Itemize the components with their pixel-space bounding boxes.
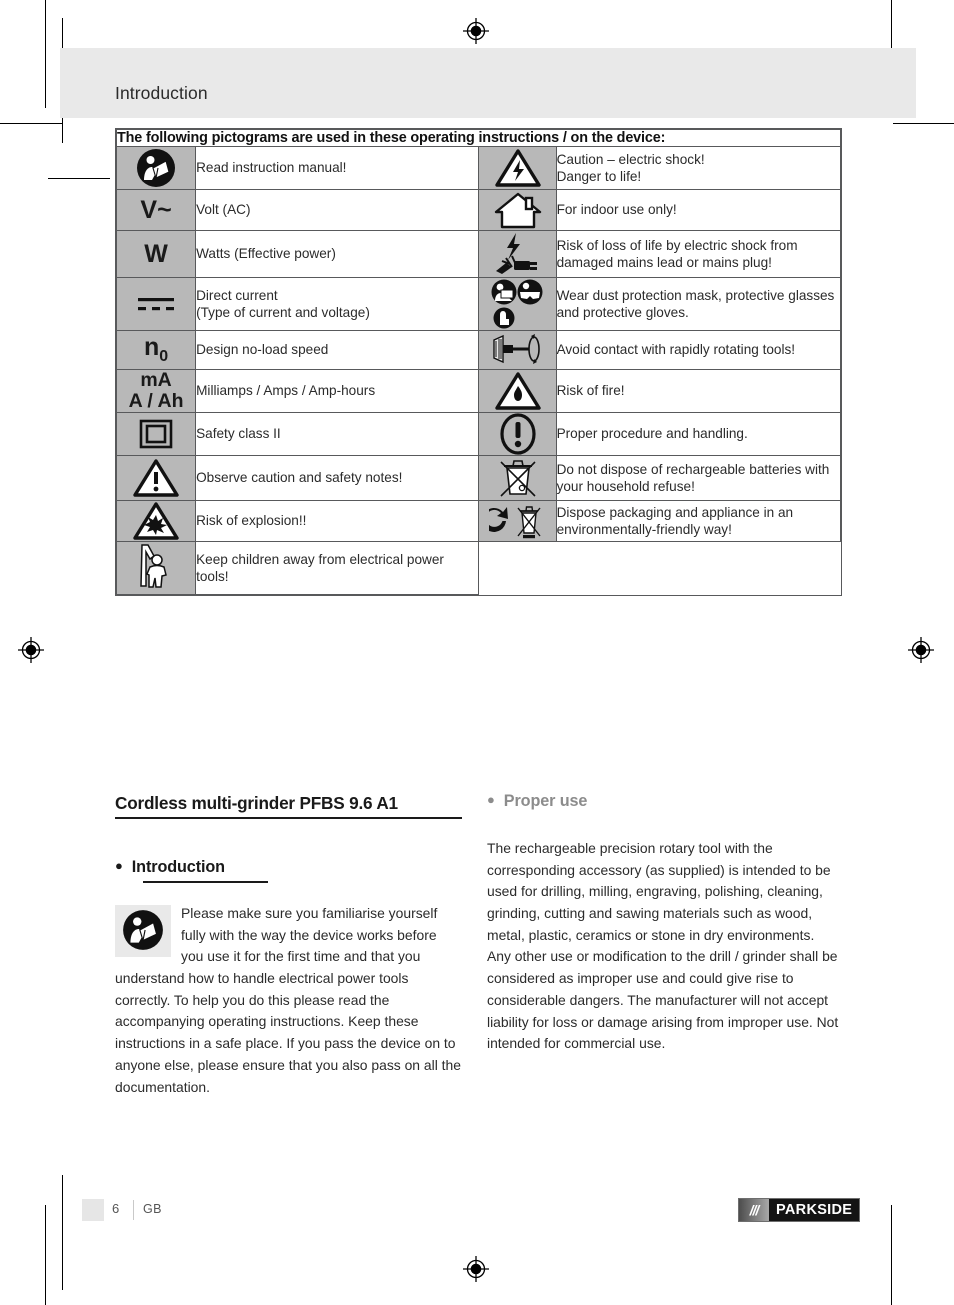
read-manual-icon — [115, 905, 171, 957]
introduction-heading-label: Introduction — [131, 858, 225, 876]
general-warning-icon — [115, 455, 197, 502]
proper-use-heading-label: Proper use — [503, 792, 588, 810]
direct-current-symbol — [115, 277, 197, 331]
volt-ac-symbol: V~ — [115, 189, 197, 231]
proper-use-heading: ● Proper use — [487, 792, 587, 811]
pictogram-table-caption: The following pictograms are used in the… — [116, 129, 841, 147]
safety-class-two-icon — [115, 412, 197, 457]
row-label: Design no-load speed — [195, 330, 480, 370]
registration-mark-right — [908, 637, 934, 663]
row-label: For indoor use only! — [555, 189, 842, 231]
row-label: Volt (AC) — [195, 189, 480, 231]
table-row: Direct current (Type of current and volt… — [115, 277, 842, 331]
row-label: Caution – electric shock! Danger to life… — [555, 146, 842, 190]
explosion-risk-icon — [115, 500, 197, 543]
row-label: Safety class II — [195, 412, 480, 457]
product-title: Cordless multi-grinder PFBS 9.6 A1 — [115, 793, 398, 813]
environmental-disposal-icon — [478, 500, 557, 543]
rotating-tool-warning-icon — [478, 330, 557, 370]
milliamps-text-line2: A / Ah — [128, 390, 184, 413]
product-title-underline — [115, 817, 462, 819]
row-label: Risk of loss of life by electric shock f… — [555, 230, 842, 278]
no-load-speed-symbol: n0 — [115, 330, 197, 370]
page-title: Introduction — [115, 83, 208, 103]
footer-page-number: 6 — [112, 1201, 120, 1216]
row-label: Wear dust protection mask, protective gl… — [555, 277, 842, 331]
crop-mark-bl-v2 — [62, 1175, 63, 1290]
introduction-heading: ● Introduction — [115, 858, 225, 877]
volt-ac-text: V~ — [140, 195, 172, 224]
crop-mark-tl-h — [0, 123, 62, 124]
watts-symbol: W — [115, 230, 197, 278]
table-row: Risk of explosion!! Dispose packaging an… — [115, 500, 842, 543]
row-label: Dispose packaging and appliance in an en… — [555, 500, 842, 543]
row-label: Keep children away from electrical power… — [195, 541, 480, 596]
row-label: Direct current (Type of current and volt… — [195, 277, 480, 331]
row-label: Avoid contact with rapidly rotating tool… — [555, 330, 842, 370]
read-manual-icon — [115, 146, 197, 190]
introduction-body: Please make sure you familiarise yoursel… — [115, 903, 462, 1098]
logo-slashes-icon: /// — [739, 1199, 769, 1221]
row-label: Risk of fire! — [555, 368, 842, 414]
keep-children-away-icon — [115, 541, 197, 596]
registration-mark-bottom — [463, 1256, 489, 1282]
bullet-icon: ● — [115, 858, 123, 873]
table-row: Read instruction manual! Caution – elect… — [115, 146, 842, 190]
no-household-battery-disposal-icon — [478, 455, 557, 502]
footer-divider — [133, 1200, 134, 1220]
row-label: Read instruction manual! — [195, 146, 480, 190]
table-row: Safety class II Proper procedure and han… — [115, 412, 842, 457]
row-label: Risk of explosion!! — [195, 500, 480, 543]
milliamps-symbol: mA A / Ah — [115, 368, 197, 414]
footer-swatch — [82, 1199, 104, 1221]
registration-mark-left — [18, 637, 44, 663]
damaged-mains-lead-icon — [478, 230, 557, 278]
row-label: Proper procedure and handling. — [555, 412, 842, 457]
table-row: V~ Volt (AC) For indoor use only! — [115, 189, 842, 231]
empty-cell — [556, 541, 841, 595]
introduction-heading-underline — [143, 881, 268, 883]
proper-use-body-text: The rechargeable precision rotary tool w… — [487, 840, 839, 1052]
crop-mark-bl-v — [45, 1205, 46, 1305]
logo-wordmark: PARKSIDE — [769, 1199, 860, 1221]
table-header-row: The following pictograms are used in the… — [116, 129, 841, 147]
proper-use-body: The rechargeable precision rotary tool w… — [487, 838, 839, 1055]
crop-mark-tr-h — [893, 123, 954, 124]
proper-handling-icon — [478, 412, 557, 457]
table-row: mA A / Ah Milliamps / Amps / Amp-hours R… — [115, 368, 842, 414]
electric-shock-warning-icon — [478, 146, 557, 190]
pictogram-table: The following pictograms are used in the… — [115, 128, 842, 597]
crop-mark-br-v — [891, 1205, 892, 1305]
registration-mark-top — [463, 18, 489, 44]
table-row: Observe caution and safety notes! Do not… — [115, 455, 842, 502]
fire-risk-icon — [478, 368, 557, 414]
indoor-use-only-icon — [478, 189, 557, 231]
table-row: W Watts (Effective power) Risk of loss o… — [115, 230, 842, 278]
table-row: n0 Design no-load speed Avoid contact wi… — [115, 330, 842, 370]
empty-cell — [478, 541, 557, 595]
table-row: Keep children away from electrical power… — [115, 541, 841, 596]
row-label: Do not dispose of rechargeable batteries… — [555, 455, 842, 502]
wear-protection-icon — [478, 277, 557, 331]
crop-mark-tl-v — [45, 0, 46, 108]
parkside-logo: /// PARKSIDE — [738, 1198, 861, 1222]
row-label: Watts (Effective power) — [195, 230, 480, 278]
no-load-speed-text: n0 — [143, 333, 169, 366]
crop-mark-tl-h2 — [48, 178, 110, 179]
watts-text: W — [144, 239, 168, 268]
bullet-icon: ● — [487, 792, 495, 807]
milliamps-text-line1: mA — [140, 369, 172, 391]
row-label: Observe caution and safety notes! — [195, 455, 480, 502]
row-label: Milliamps / Amps / Amp-hours — [195, 368, 480, 414]
footer-language-code: GB — [143, 1202, 162, 1216]
